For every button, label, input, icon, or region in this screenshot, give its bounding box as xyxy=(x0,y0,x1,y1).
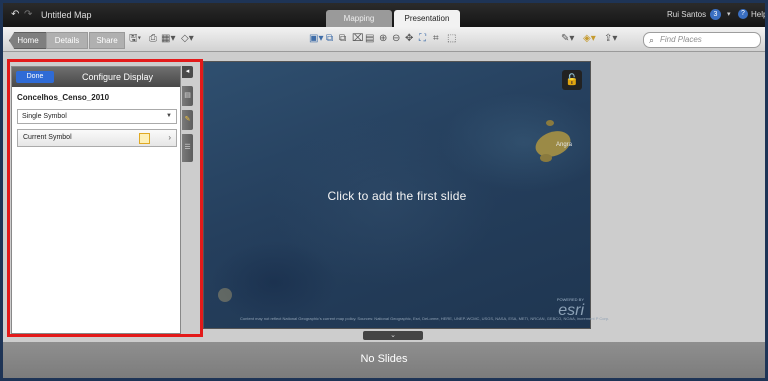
share-button[interactable]: Share xyxy=(89,32,125,49)
zoom-out-icon[interactable]: ⊖ xyxy=(392,33,400,45)
slides-strip: No Slides xyxy=(3,342,765,378)
slide-properties-icon[interactable]: ▤ xyxy=(365,33,374,45)
user-menu-caret-icon[interactable]: ▾ xyxy=(727,10,731,18)
measure-icon[interactable]: ◇▾ xyxy=(181,33,194,45)
add-slide-icon[interactable]: ⧉ xyxy=(326,33,333,45)
save-icon[interactable]: 🖫▾ xyxy=(129,33,141,45)
compass-icon xyxy=(218,288,232,302)
full-extent-icon[interactable]: ⛶ xyxy=(419,33,426,45)
find-places-input[interactable]: ⌕ Find Places xyxy=(643,32,761,48)
duplicate-slide-icon[interactable]: ⧉ xyxy=(339,33,346,45)
esri-logo: esri xyxy=(558,302,584,319)
analysis-icon[interactable]: ◈▾ xyxy=(583,33,596,45)
title-bar: ↶ ↷ Untitled Map Mapping Presentation Ru… xyxy=(3,3,765,27)
place-label: Angra xyxy=(556,142,573,148)
details-button[interactable]: Details xyxy=(46,32,88,49)
pan-icon[interactable]: ✥ xyxy=(405,33,413,45)
add-slide-prompt[interactable]: Click to add the first slide xyxy=(204,189,590,203)
map-attribution: Content may not reflect National Geograp… xyxy=(240,316,610,321)
draw-icon[interactable]: ✎▾ xyxy=(561,33,574,45)
toolbar: Home Details Share 🖫▾ ⎙ ▦▾ ◇▾ ▣▾ ⧉ ⧉ ⌧ ▤… xyxy=(3,27,765,52)
lock-icon[interactable]: 🔓 xyxy=(562,70,582,90)
user-name[interactable]: Rui Santos xyxy=(667,10,706,19)
delete-slide-icon[interactable]: ⌧ xyxy=(352,33,364,45)
basemap-icon[interactable]: ▣▾ xyxy=(309,33,323,45)
print-icon[interactable]: ⎙ xyxy=(149,33,157,45)
island-shape xyxy=(546,120,554,126)
no-slides-label: No Slides xyxy=(360,353,408,365)
undo-icon[interactable]: ↶ xyxy=(11,9,19,20)
home-button[interactable]: Home xyxy=(9,32,47,49)
search-icon: ⌕ xyxy=(649,35,655,45)
help-icon[interactable]: ? xyxy=(738,9,748,19)
island-shape xyxy=(540,154,552,162)
tab-presentation[interactable]: Presentation xyxy=(394,10,460,27)
find-places-placeholder: Find Places xyxy=(660,35,702,44)
tab-mapping[interactable]: Mapping xyxy=(326,10,392,27)
help-label[interactable]: Help xyxy=(751,10,765,19)
map-slide-canvas[interactable]: Angra 🔓 Click to add the first slide Con… xyxy=(203,61,609,329)
document-title: Untitled Map xyxy=(41,10,92,20)
notification-badge[interactable]: 3 xyxy=(710,9,721,20)
zoom-in-icon[interactable]: ⊕ xyxy=(379,33,387,45)
export-icon[interactable]: ⇪▾ xyxy=(604,33,617,45)
layout-icon[interactable]: ▦▾ xyxy=(161,33,175,45)
redo-icon[interactable]: ↷ xyxy=(24,9,32,20)
slides-toggle-chevron-icon[interactable]: ⌄ xyxy=(363,331,423,340)
app-window: ↶ ↷ Untitled Map Mapping Presentation Ru… xyxy=(3,3,765,378)
identify-icon[interactable]: ⌗ xyxy=(433,33,439,45)
select-icon[interactable]: ⬚ xyxy=(447,33,456,45)
highlight-box xyxy=(7,59,203,337)
